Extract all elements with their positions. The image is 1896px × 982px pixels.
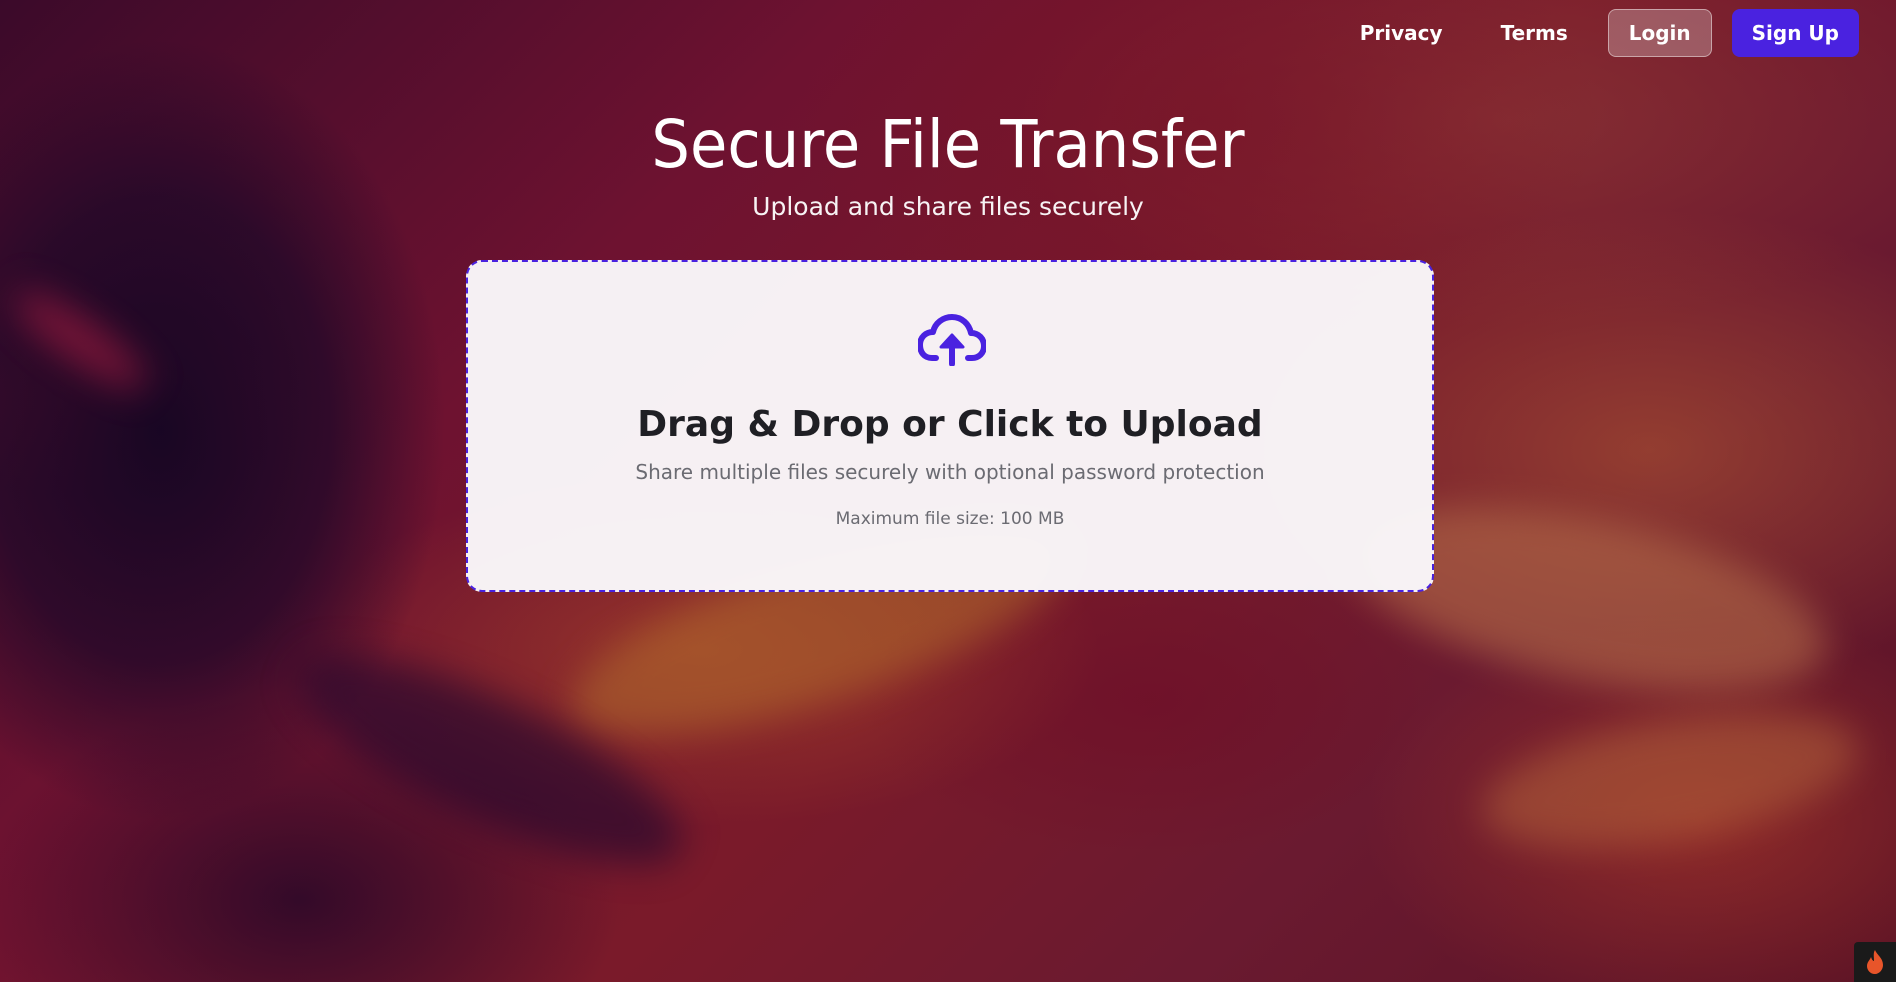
upload-description: Share multiple files securely with optio… bbox=[635, 460, 1265, 484]
terms-link[interactable]: Terms bbox=[1481, 11, 1588, 55]
flame-icon bbox=[1867, 950, 1883, 974]
top-nav: Privacy Terms Login Sign Up bbox=[1322, 9, 1859, 57]
page-title: Secure File Transfer bbox=[651, 106, 1245, 183]
upload-dropzone[interactable]: Drag & Drop or Click to Upload Share mul… bbox=[466, 260, 1434, 592]
flame-badge[interactable] bbox=[1854, 942, 1896, 982]
signup-button[interactable]: Sign Up bbox=[1731, 9, 1859, 57]
cloud-upload-icon bbox=[918, 314, 986, 366]
page-subtitle: Upload and share files securely bbox=[752, 192, 1144, 221]
hero: Secure File Transfer Upload and share fi… bbox=[0, 104, 1896, 221]
upload-title: Drag & Drop or Click to Upload bbox=[637, 404, 1263, 445]
max-file-size: Maximum file size: 100 MB bbox=[835, 509, 1065, 529]
privacy-link[interactable]: Privacy bbox=[1340, 11, 1463, 55]
login-button[interactable]: Login bbox=[1607, 9, 1712, 57]
